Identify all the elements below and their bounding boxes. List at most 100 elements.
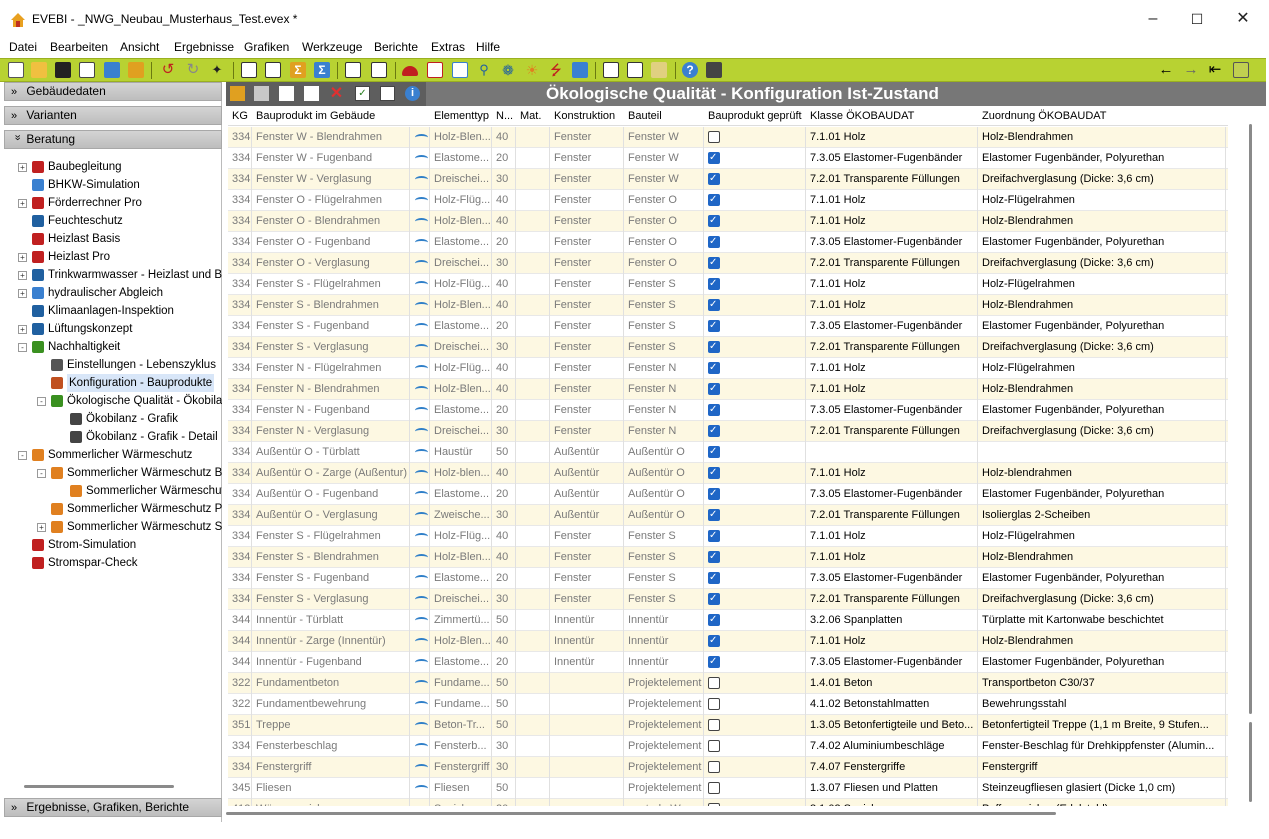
menu-datei[interactable]: Datei — [9, 40, 37, 54]
cell-nutzungsdauer[interactable]: 20 — [492, 652, 516, 673]
cell-kg[interactable]: 334 — [228, 484, 252, 505]
sum-blue-icon[interactable]: Σ — [314, 62, 330, 78]
cell-nutzungsdauer[interactable]: 20 — [492, 400, 516, 421]
sun-icon[interactable]: ☀ — [524, 62, 540, 78]
cell-elementtyp[interactable]: Fliesen — [430, 778, 492, 799]
geprueft-checkbox[interactable] — [708, 782, 720, 794]
geprueft-checkbox[interactable] — [708, 547, 720, 567]
cell-kg[interactable]: 334 — [228, 526, 252, 547]
cell-konstruktion[interactable] — [550, 673, 624, 694]
link-icon[interactable] — [415, 491, 428, 498]
cell-link[interactable] — [410, 358, 430, 379]
cell-mat[interactable] — [516, 337, 550, 358]
cell-konstruktion[interactable]: Fenster — [550, 232, 624, 253]
cell-bauteil[interactable]: Außentür O — [624, 505, 704, 526]
table-row[interactable]: 334 Außentür O - Verglasung Zweische... 30 A… — [228, 505, 1228, 526]
cell-klasse[interactable]: 7.3.05 Elastomer-Fugenbänder — [806, 400, 978, 421]
cell-elementtyp[interactable]: Holz-Flüg... — [430, 358, 492, 379]
cell-mat[interactable] — [516, 253, 550, 274]
cell-bauteil[interactable]: Projektelement — [624, 736, 704, 757]
cell-mat[interactable] — [516, 358, 550, 379]
cell-klasse[interactable]: 7.1.01 Holz — [806, 358, 978, 379]
cell-bauprodukt[interactable]: Treppe — [252, 715, 410, 736]
cell-klasse[interactable]: 7.2.01 Transparente Füllungen — [806, 337, 978, 358]
cell-bauteil[interactable]: Fenster W — [624, 148, 704, 169]
cell-zuordnung[interactable]: Türplatte mit Kartonwabe beschichtet — [978, 610, 1226, 631]
cell-konstruktion[interactable] — [550, 778, 624, 799]
cell-bauprodukt[interactable]: Fenster S - Flügelrahmen — [252, 274, 410, 295]
cell-mat[interactable] — [516, 274, 550, 295]
form-icon[interactable] — [452, 62, 468, 78]
cell-mat[interactable] — [516, 190, 550, 211]
table-row[interactable]: 334 Fenster N - Verglasung Dreischei... 30 F… — [228, 421, 1228, 442]
cell-mat[interactable] — [516, 694, 550, 715]
export-icon[interactable] — [128, 62, 144, 78]
menu-berichte[interactable]: Berichte — [374, 40, 418, 54]
table-row[interactable]: 334 Fenster S - Blendrahmen Holz-Blen... 40… — [228, 295, 1228, 316]
cell-zuordnung[interactable]: Elastomer Fugenbänder, Polyurethan — [978, 316, 1226, 337]
cell-bauprodukt[interactable]: Außentür O - Türblatt — [252, 442, 410, 463]
cell-klasse[interactable]: 7.1.01 Holz — [806, 211, 978, 232]
tree-item[interactable]: Strom-Simulation — [48, 536, 222, 554]
cell-mat[interactable] — [516, 673, 550, 694]
cell-bauteil[interactable]: Projektelement — [624, 694, 704, 715]
cell-elementtyp[interactable]: Holz-Flüg... — [430, 274, 492, 295]
cell-kg[interactable]: 334 — [228, 127, 252, 148]
cell-nutzungsdauer[interactable]: 50 — [492, 715, 516, 736]
geprueft-checkbox[interactable] — [708, 568, 720, 588]
cell-kg[interactable]: 334 — [228, 274, 252, 295]
geprueft-checkbox[interactable] — [708, 274, 720, 294]
link-icon[interactable] — [415, 554, 428, 561]
expand-toggle[interactable]: + — [18, 325, 27, 334]
geprueft-checkbox[interactable] — [708, 358, 720, 378]
cell-bauprodukt[interactable]: Fundamentbeton — [252, 673, 410, 694]
cell-klasse[interactable]: 7.3.05 Elastomer-Fugenbänder — [806, 148, 978, 169]
cell-mat[interactable] — [516, 568, 550, 589]
geprueft-checkbox[interactable] — [708, 677, 720, 689]
cell-nutzungsdauer[interactable]: 40 — [492, 547, 516, 568]
cell-link[interactable] — [410, 190, 430, 211]
cell-konstruktion[interactable]: Fenster — [550, 421, 624, 442]
cell-bauteil[interactable]: Projektelement — [624, 757, 704, 778]
cell-konstruktion[interactable]: Fenster — [550, 148, 624, 169]
tree-item[interactable]: BHKW-Simulation — [48, 176, 222, 194]
cell-nutzungsdauer[interactable]: 30 — [492, 169, 516, 190]
cell-klasse[interactable]: 7.4.02 Aluminiumbeschläge — [806, 736, 978, 757]
tree-item[interactable]: Sommerlicher Wärmeschutz — [86, 482, 222, 500]
cell-bauprodukt[interactable]: Fenster O - Blendrahmen — [252, 211, 410, 232]
delete-icon[interactable]: ✕ — [329, 86, 344, 102]
cell-link[interactable] — [410, 694, 430, 715]
cell-klasse[interactable]: 1.3.05 Betonfertigteile und Beto... — [806, 715, 978, 736]
cell-nutzungsdauer[interactable]: 30 — [492, 505, 516, 526]
cell-mat[interactable] — [516, 211, 550, 232]
table-row[interactable]: 345 Fliesen Fliesen 50 Projektelement 1.3.07 … — [228, 778, 1228, 799]
tree-item[interactable]: Konfiguration - Bauprodukte — [67, 374, 215, 392]
cell-bauprodukt[interactable]: Fenster O - Verglasung — [252, 253, 410, 274]
help-icon[interactable]: ? — [682, 62, 698, 78]
cell-bauteil[interactable]: Fenster W — [624, 169, 704, 190]
power-icon[interactable]: ⭍ — [548, 62, 564, 78]
cell-elementtyp[interactable]: Dreischei... — [430, 421, 492, 442]
table-row[interactable]: 334 Fenster O - Verglasung Dreischei... 30 F… — [228, 253, 1228, 274]
magnifier-icon[interactable]: ⚲ — [476, 62, 492, 78]
link-icon[interactable] — [415, 575, 428, 582]
grid-vertical-scrollbar[interactable] — [1249, 124, 1252, 714]
cell-elementtyp[interactable]: Holz-Blen... — [430, 295, 492, 316]
cell-bauteil[interactable]: Fenster N — [624, 358, 704, 379]
cell-link[interactable] — [410, 757, 430, 778]
cell-elementtyp[interactable]: Dreischei... — [430, 337, 492, 358]
cell-kg[interactable]: 345 — [228, 778, 252, 799]
uncheck-all-icon[interactable] — [380, 86, 395, 101]
table-row[interactable]: 334 Fenstergriff Fenstergriff 30 Projektelem… — [228, 757, 1228, 778]
cell-link[interactable] — [410, 463, 430, 484]
cell-mat[interactable] — [516, 484, 550, 505]
cell-bauteil[interactable]: Fenster O — [624, 232, 704, 253]
chart-tool-icon[interactable] — [1233, 62, 1249, 78]
table-row[interactable]: 334 Fenster O - Blendrahmen Holz-Blen... 40… — [228, 211, 1228, 232]
geprueft-checkbox[interactable] — [708, 421, 720, 441]
cell-bauteil[interactable]: Außentür O — [624, 463, 704, 484]
cell-bauprodukt[interactable]: Fenstergriff — [252, 757, 410, 778]
cell-bauteil[interactable]: Fenster O — [624, 211, 704, 232]
cell-elementtyp[interactable]: Holz-Blen... — [430, 379, 492, 400]
link-icon[interactable] — [415, 386, 428, 393]
